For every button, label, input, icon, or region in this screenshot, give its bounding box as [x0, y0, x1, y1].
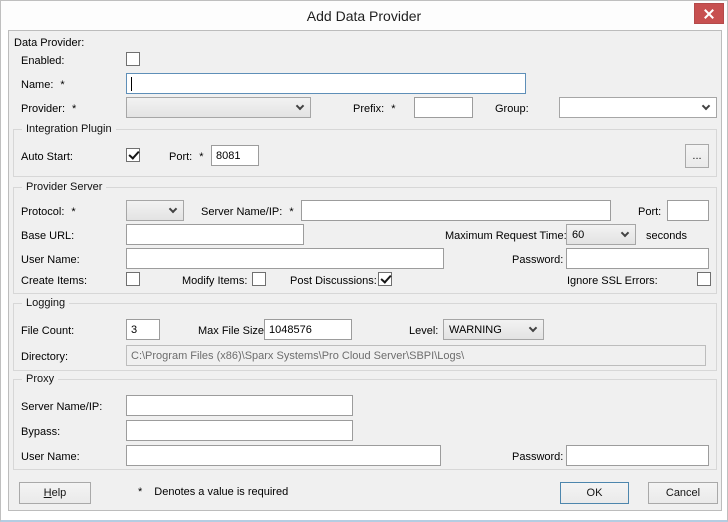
protocol-select[interactable] — [126, 200, 184, 221]
prefix-label: Prefix:* — [353, 103, 395, 116]
provider-select[interactable] — [126, 97, 311, 118]
bypass-label: Bypass: — [21, 426, 60, 439]
browse-button[interactable]: ... — [685, 144, 709, 168]
plugin-port-input[interactable] — [211, 145, 259, 166]
server-password-label: Password: — [512, 254, 563, 267]
integration-plugin-title: Integration Plugin — [22, 123, 116, 136]
directory-field — [126, 345, 706, 366]
server-user-name-label: User Name: — [21, 254, 80, 267]
data-provider-section-label: Data Provider: — [14, 37, 84, 50]
chevron-down-icon — [702, 101, 710, 109]
level-label: Level: — [409, 325, 438, 338]
chevron-down-icon — [621, 228, 629, 236]
proxy-user-name-label: User Name: — [21, 451, 80, 464]
proxy-password-input[interactable] — [566, 445, 709, 466]
max-file-size-label: Max File Size: — [198, 325, 267, 338]
provider-label: Provider:* — [21, 103, 76, 116]
logging-title: Logging — [22, 297, 69, 310]
name-label: Name:* — [21, 79, 65, 92]
close-button[interactable] — [694, 3, 724, 24]
max-request-time-label: Maximum Request Time: — [445, 230, 567, 243]
text-caret — [131, 77, 132, 91]
level-select[interactable]: WARNING — [443, 319, 544, 340]
protocol-label: Protocol:* — [21, 206, 76, 219]
prefix-input[interactable] — [414, 97, 473, 118]
dialog-title: Add Data Provider — [1, 8, 727, 24]
base-url-label: Base URL: — [21, 230, 74, 243]
bypass-input[interactable] — [126, 420, 353, 441]
proxy-password-label: Password: — [512, 451, 563, 464]
seconds-label: seconds — [646, 230, 687, 243]
max-file-size-input[interactable] — [264, 319, 352, 340]
server-name-label: Server Name/IP:* — [201, 206, 294, 219]
modify-items-label: Modify Items: — [182, 275, 247, 288]
post-discussions-label: Post Discussions: — [290, 275, 377, 288]
cancel-button[interactable]: Cancel — [648, 482, 718, 504]
proxy-server-name-input[interactable] — [126, 395, 353, 416]
server-name-input[interactable] — [301, 200, 611, 221]
file-count-label: File Count: — [21, 325, 74, 338]
create-items-label: Create Items: — [21, 275, 87, 288]
plugin-port-label: Port:* — [169, 151, 204, 164]
ignore-ssl-checkbox[interactable] — [697, 272, 711, 286]
required-note: *Denotes a value is required — [138, 486, 288, 499]
close-icon — [704, 9, 714, 19]
post-discussions-checkbox[interactable] — [378, 272, 392, 286]
proxy-title: Proxy — [22, 373, 58, 386]
enabled-label: Enabled: — [21, 55, 64, 68]
proxy-user-name-input[interactable] — [126, 445, 441, 466]
max-request-time-select[interactable]: 60 — [566, 224, 636, 245]
server-user-name-input[interactable] — [126, 248, 444, 269]
base-url-input[interactable] — [126, 224, 304, 245]
auto-start-label: Auto Start: — [21, 151, 73, 164]
chevron-down-icon — [529, 323, 537, 331]
proxy-server-name-label: Server Name/IP: — [21, 401, 102, 414]
auto-start-checkbox[interactable] — [126, 148, 140, 162]
server-port-input[interactable] — [667, 200, 709, 221]
chevron-down-icon — [296, 101, 304, 109]
modify-items-checkbox[interactable] — [252, 272, 266, 286]
file-count-input[interactable] — [126, 319, 160, 340]
group-select[interactable] — [559, 97, 717, 118]
name-input[interactable] — [126, 73, 526, 94]
integration-plugin-groupbox: Integration Plugin — [13, 129, 717, 177]
create-items-checkbox[interactable] — [126, 272, 140, 286]
add-data-provider-dialog: Add Data Provider Data Provider: Enabled… — [0, 0, 728, 522]
enabled-checkbox[interactable] — [126, 52, 140, 66]
ok-button[interactable]: OK — [560, 482, 629, 504]
directory-label: Directory: — [21, 351, 68, 364]
chevron-down-icon — [169, 204, 177, 212]
ignore-ssl-label: Ignore SSL Errors: — [567, 275, 658, 288]
server-password-input[interactable] — [566, 248, 709, 269]
group-label: Group: — [495, 103, 529, 116]
provider-server-title: Provider Server — [22, 181, 106, 194]
help-button[interactable]: Help — [19, 482, 91, 504]
title-bar: Add Data Provider — [1, 1, 727, 30]
